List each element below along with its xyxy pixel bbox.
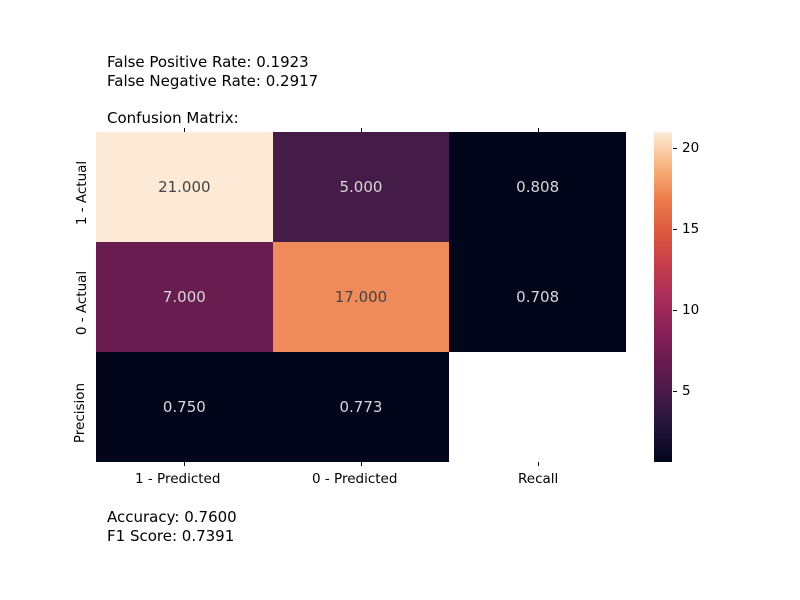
cell-r1c1-text: 17.000 (335, 288, 388, 306)
bot-tick-0 (184, 462, 185, 466)
cell-r1c2-text: 0.708 (516, 288, 559, 306)
heatmap-grid: 21.000 5.000 0.808 7.000 17.000 0.708 0.… (96, 132, 626, 462)
cell-r2c0: 0.750 (96, 352, 273, 462)
cell-r2c1: 0.773 (273, 352, 450, 462)
chart-title: Confusion Matrix: (107, 109, 239, 127)
cbar-tick-10 (673, 310, 677, 311)
cbar-tick-20 (673, 148, 677, 149)
cell-r0c0: 21.000 (96, 132, 273, 242)
top-tick-1 (361, 128, 362, 132)
xlabel-1: 0 - Predicted (312, 471, 397, 487)
xlabel-0: 1 - Predicted (135, 471, 220, 487)
cbar-tick-5 (673, 391, 677, 392)
cell-r2c0-text: 0.750 (163, 398, 206, 416)
bot-tick-1 (361, 462, 362, 466)
cell-r0c1: 5.000 (273, 132, 450, 242)
cbar-outline (653, 132, 654, 462)
cell-r1c0-text: 7.000 (163, 288, 206, 306)
cell-r0c2-text: 0.808 (516, 178, 559, 196)
header-fnr: False Negative Rate: 0.2917 (107, 72, 318, 90)
footer-accuracy: Accuracy: 0.7600 (107, 508, 237, 526)
cbar-label-5: 5 (682, 383, 691, 399)
cbar-tick-15 (673, 229, 677, 230)
bot-tick-2 (538, 462, 539, 466)
xlabel-2: Recall (518, 471, 558, 487)
top-tick-2 (538, 128, 539, 132)
cbar-label-10: 10 (682, 302, 699, 318)
cell-r1c1: 17.000 (273, 242, 450, 352)
cell-r2c2 (449, 352, 626, 462)
cbar-label-20: 20 (682, 140, 699, 156)
cell-r0c0-text: 21.000 (158, 178, 211, 196)
ylabel-0: 1 - Actual (74, 161, 90, 225)
chart-canvas: False Positive Rate: 0.1923 False Negati… (0, 0, 800, 600)
ylabel-1: 0 - Actual (74, 271, 90, 335)
footer-f1: F1 Score: 0.7391 (107, 527, 234, 545)
ylabel-2: Precision (72, 383, 88, 443)
top-tick-0 (184, 128, 185, 132)
cell-r1c2: 0.708 (449, 242, 626, 352)
cell-r0c1-text: 5.000 (340, 178, 383, 196)
header-fpr: False Positive Rate: 0.1923 (107, 53, 309, 71)
cbar-label-15: 15 (682, 221, 699, 237)
colorbar (654, 132, 672, 462)
cell-r2c1-text: 0.773 (340, 398, 383, 416)
cell-r1c0: 7.000 (96, 242, 273, 352)
cell-r0c2: 0.808 (449, 132, 626, 242)
